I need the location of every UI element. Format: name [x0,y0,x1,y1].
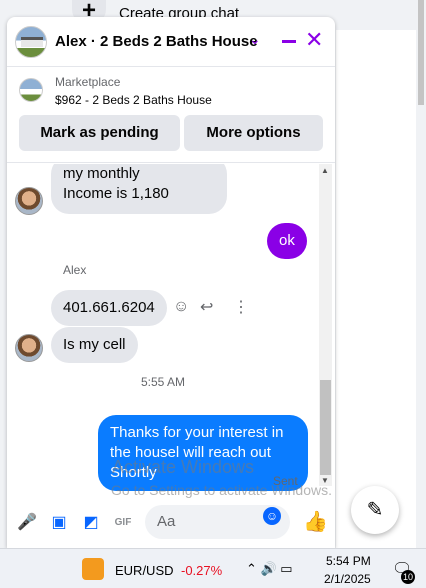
emoji-icon[interactable]: ☺ [263,507,281,525]
reply-icon[interactable]: ↩ [200,297,213,317]
message-timestamp: 5:55 AM [141,375,186,389]
composer-bar: 🎤 ▣ ◩ GIF Aa ☺ 👍 [7,497,335,548]
gif-icon[interactable]: GIF [113,513,133,533]
chat-header: Alex · 2 Beds 2 Baths House ⌄ ✕ [7,17,335,67]
marketplace-panel: Marketplace $962 - 2 Beds 2 Baths House … [7,68,335,163]
page-scrollbar-thumb[interactable] [418,0,424,105]
clock-date[interactable]: 2/1/2025 [324,572,371,586]
close-icon[interactable]: ✕ [305,27,323,53]
incoming-message[interactable]: 401.661.6204 [51,290,167,326]
outgoing-message[interactable]: ok [267,223,307,259]
currency-pair[interactable]: EUR/USD [115,563,174,578]
forex-widget-icon[interactable] [82,558,104,580]
clock-time[interactable]: 5:54 PM [326,554,371,568]
alex-avatar[interactable] [15,187,43,215]
new-message-button[interactable]: ✎ [351,486,399,534]
house-avatar-icon[interactable] [15,26,47,58]
photo-icon[interactable]: ▣ [49,513,69,533]
chevron-down-icon[interactable]: ⌄ [249,31,261,48]
taskbar: EUR/USD -0.27% ⌃ 🔊 ▭ 5:54 PM 2/1/2025 🗨 … [0,548,426,588]
react-icon[interactable]: ☺ [173,298,189,316]
message-text: my monthly [63,165,140,182]
activate-windows-hint: Go to Settings to activate Windows. [111,482,332,498]
like-icon[interactable]: 👍 [303,509,328,534]
minimize-icon[interactable] [282,40,296,43]
message-text: Thanks for your interest in [110,424,284,441]
currency-change: -0.27% [181,563,223,578]
message-scrollbar-thumb[interactable] [320,380,331,475]
notification-count: 10 [401,570,415,584]
marketplace-label: Marketplace [55,75,121,89]
alex-avatar[interactable] [15,334,43,362]
listing-thumbnail[interactable] [19,78,43,102]
more-icon[interactable]: ⋮ [233,297,249,317]
tray-icons[interactable]: ⌃ 🔊 ▭ [246,561,293,577]
incoming-message[interactable]: Is my cell [51,327,138,363]
listing-title[interactable]: $962 - 2 Beds 2 Baths House [55,93,212,107]
scroll-up-icon[interactable]: ▲ [321,166,329,175]
sticker-icon[interactable]: ◩ [81,513,101,533]
chat-title[interactable]: Alex · 2 Beds 2 Baths House [55,33,258,50]
mark-pending-button[interactable]: Mark as pending [19,115,180,151]
message-text: Income is 1,180 [63,185,169,202]
incoming-message[interactable]: my monthly Income is 1,180 [51,164,227,214]
sender-name: Alex [63,263,87,277]
message-list: my monthly Income is 1,180 ok Alex 401.6… [7,164,335,494]
microphone-icon[interactable]: 🎤 [17,513,37,533]
activate-windows-watermark: Activate Windows [112,457,255,477]
more-options-button[interactable]: More options [184,115,323,151]
background-panel [336,30,416,548]
